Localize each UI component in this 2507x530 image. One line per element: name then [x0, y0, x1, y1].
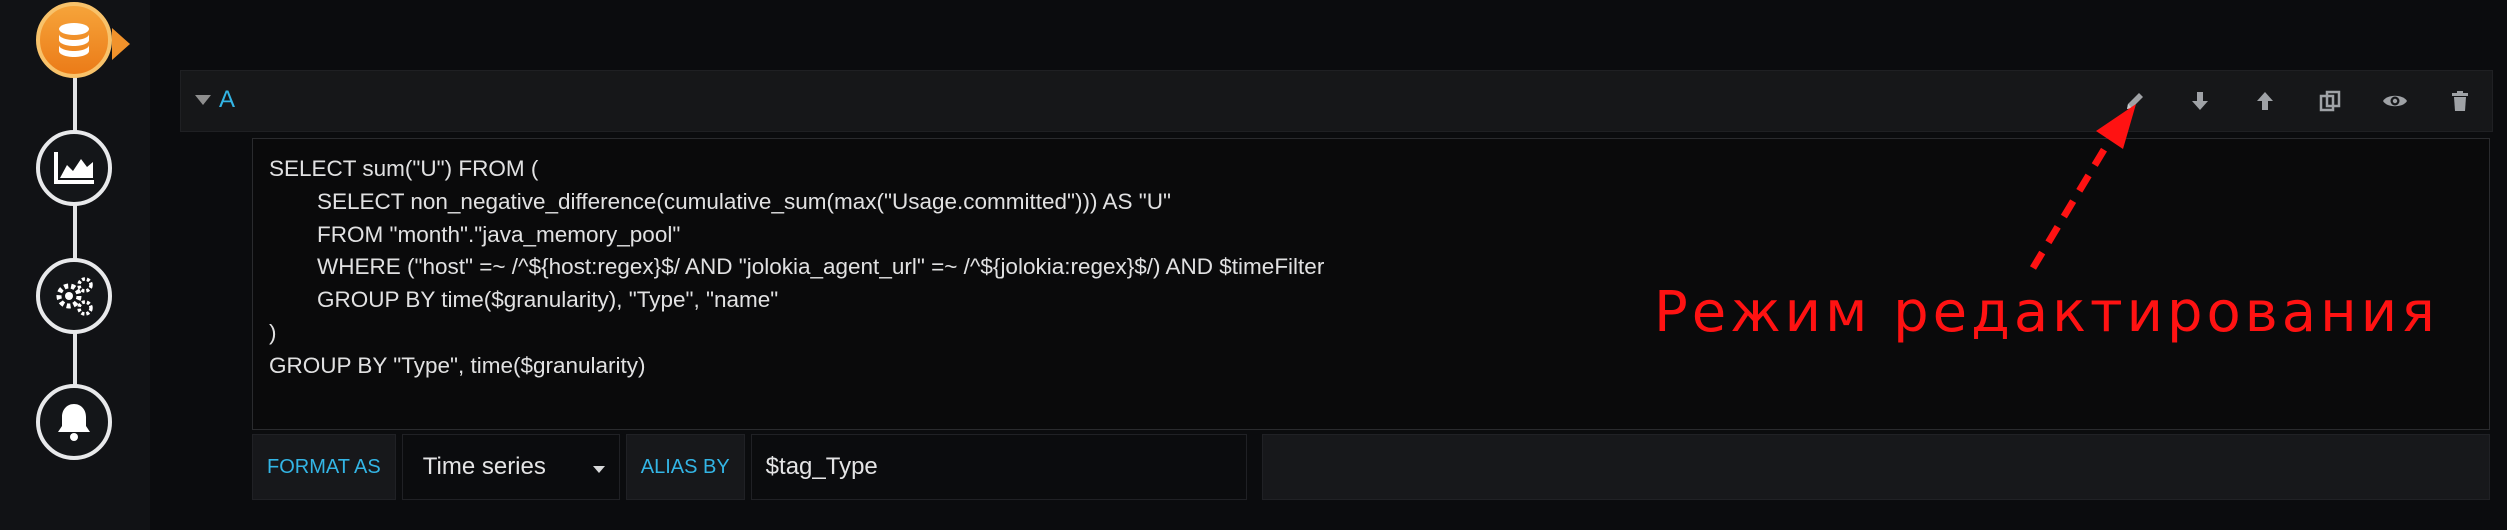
duplicate-query-button[interactable]: [2297, 71, 2362, 131]
query-ref-id[interactable]: A: [219, 86, 235, 114]
alert-tab-button[interactable]: [36, 384, 112, 460]
query-sidebar: [0, 0, 150, 530]
edit-mode-annotation: Режим редактирования: [1654, 280, 2439, 345]
code-line: GROUP BY "Type", time($granularity): [269, 352, 646, 378]
code-line: SELECT sum("U") FROM (: [269, 156, 539, 181]
duplicate-icon: [2319, 90, 2340, 112]
query-header: A: [180, 70, 2493, 132]
format-as-label: FORMAT AS: [252, 434, 396, 500]
query-options-row: FORMAT AS Time series ALIAS BY $tag_Type: [252, 434, 1247, 500]
toggle-edit-mode-button[interactable]: [2102, 71, 2167, 131]
toggle-visibility-button[interactable]: [2362, 71, 2427, 131]
arrow-down-icon: [2191, 92, 2208, 110]
arrow-up-icon: [2256, 92, 2273, 110]
code-line: SELECT non_negative_difference(cumulativ…: [317, 188, 1171, 214]
remove-query-button[interactable]: [2427, 71, 2492, 131]
database-icon: [59, 23, 89, 57]
queries-tab-button[interactable]: [36, 2, 130, 78]
chevron-down-icon: [592, 466, 605, 473]
rail-connector: [73, 60, 77, 420]
chart-icon: [54, 152, 94, 184]
code-line: FROM "month"."java_memory_pool": [317, 221, 681, 247]
move-down-button[interactable]: [2167, 71, 2232, 131]
move-up-button[interactable]: [2232, 71, 2297, 131]
format-as-value: Time series: [422, 453, 546, 480]
query-row-actions: [2102, 71, 2492, 131]
eye-icon: [2382, 95, 2407, 107]
collapse-caret-icon[interactable]: [195, 95, 211, 105]
pencil-icon: [2126, 93, 2143, 109]
alias-by-label: ALIAS BY: [625, 434, 745, 500]
visualization-tab-button[interactable]: [36, 130, 112, 206]
gears-icon: [56, 277, 93, 316]
bell-icon: [58, 404, 90, 441]
alias-by-input[interactable]: $tag_Type: [750, 434, 1247, 500]
general-settings-tab-button[interactable]: [36, 258, 112, 334]
format-as-select[interactable]: Time series: [401, 434, 620, 500]
options-filler: [1262, 434, 2490, 500]
trash-icon: [2451, 91, 2468, 111]
